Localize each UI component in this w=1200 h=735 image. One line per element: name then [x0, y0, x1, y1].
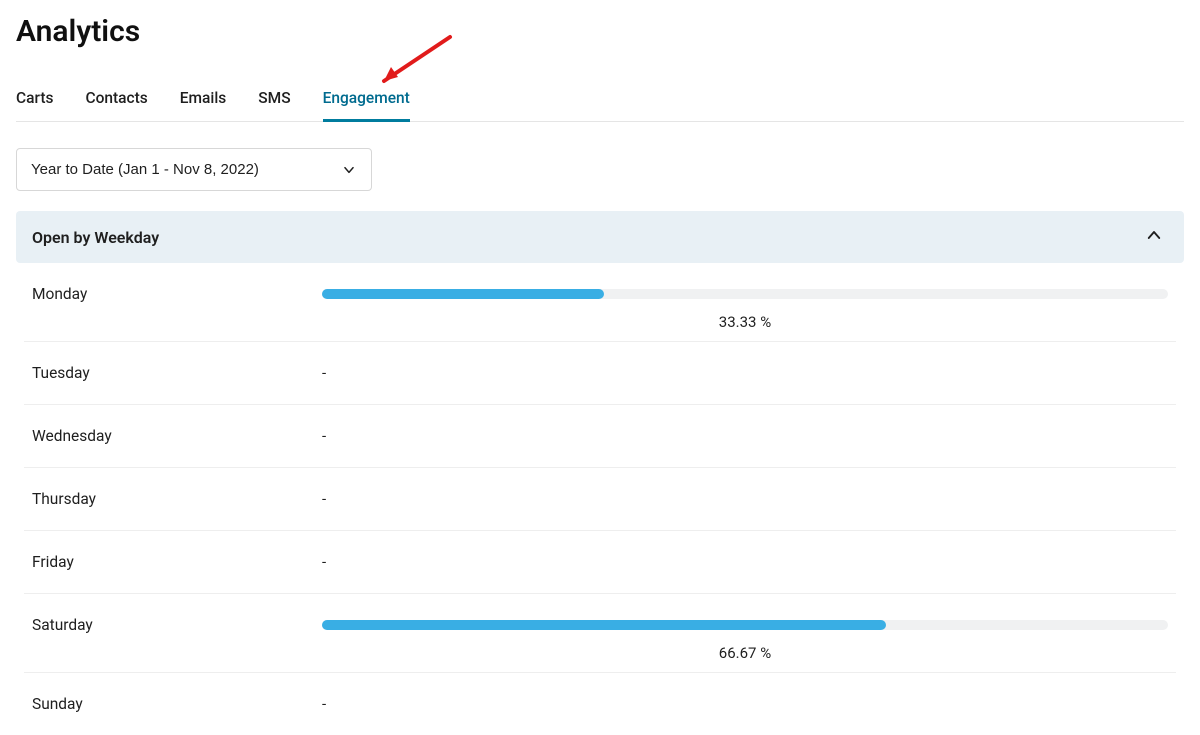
bar-cell: -	[322, 342, 1168, 404]
bar-cell: -	[322, 531, 1168, 593]
bar-cell: -	[322, 673, 1168, 735]
table-row: Thursday-	[24, 468, 1176, 531]
weekday-label: Monday	[32, 263, 322, 339]
tab-sms[interactable]: SMS	[258, 77, 290, 121]
card-header[interactable]: Open by Weekday	[16, 211, 1184, 263]
bar-cell: 33.33 %	[322, 263, 1168, 341]
card-title: Open by Weekday	[32, 228, 159, 247]
weekday-label: Saturday	[32, 594, 322, 670]
table-row: Monday33.33 %	[24, 263, 1176, 342]
chart-body: Monday33.33 %Tuesday-Wednesday-Thursday-…	[16, 263, 1184, 735]
bar-cell: 66.67 %	[322, 594, 1168, 672]
table-row: Saturday66.67 %	[24, 594, 1176, 673]
page-title: Analytics	[16, 14, 1184, 49]
weekday-label: Friday	[32, 531, 322, 593]
date-range-label: Year to Date (Jan 1 - Nov 8, 2022)	[31, 161, 259, 178]
tab-engagement[interactable]: Engagement	[323, 77, 410, 121]
bar-fill	[322, 620, 886, 630]
chevron-up-icon	[1145, 226, 1163, 248]
table-row: Tuesday-	[24, 342, 1176, 405]
chevron-down-icon	[341, 162, 357, 178]
no-data-dash: -	[322, 490, 1168, 508]
no-data-dash: -	[322, 695, 1168, 713]
percent-label: 66.67 %	[322, 644, 1168, 662]
weekday-label: Thursday	[32, 468, 322, 530]
weekday-label: Tuesday	[32, 342, 322, 404]
weekday-label: Wednesday	[32, 405, 322, 467]
bar-cell: -	[322, 468, 1168, 530]
no-data-dash: -	[322, 553, 1168, 571]
open-by-weekday-card: Open by Weekday Monday33.33 %Tuesday-Wed…	[16, 211, 1184, 735]
bar-cell: -	[322, 405, 1168, 467]
collapse-button[interactable]	[1140, 223, 1168, 251]
tabs: Carts Contacts Emails SMS Engagement	[16, 77, 1184, 122]
weekday-label: Sunday	[32, 673, 322, 735]
bar-fill	[322, 289, 604, 299]
table-row: Wednesday-	[24, 405, 1176, 468]
tab-emails[interactable]: Emails	[180, 77, 227, 121]
bar-track	[322, 289, 1168, 299]
percent-label: 33.33 %	[322, 313, 1168, 331]
tab-contacts[interactable]: Contacts	[85, 77, 147, 121]
bar-track	[322, 620, 1168, 630]
tab-carts[interactable]: Carts	[16, 77, 53, 121]
date-range-select[interactable]: Year to Date (Jan 1 - Nov 8, 2022)	[16, 148, 372, 191]
table-row: Friday-	[24, 531, 1176, 594]
no-data-dash: -	[322, 364, 1168, 382]
no-data-dash: -	[322, 427, 1168, 445]
table-row: Sunday-	[24, 673, 1176, 735]
